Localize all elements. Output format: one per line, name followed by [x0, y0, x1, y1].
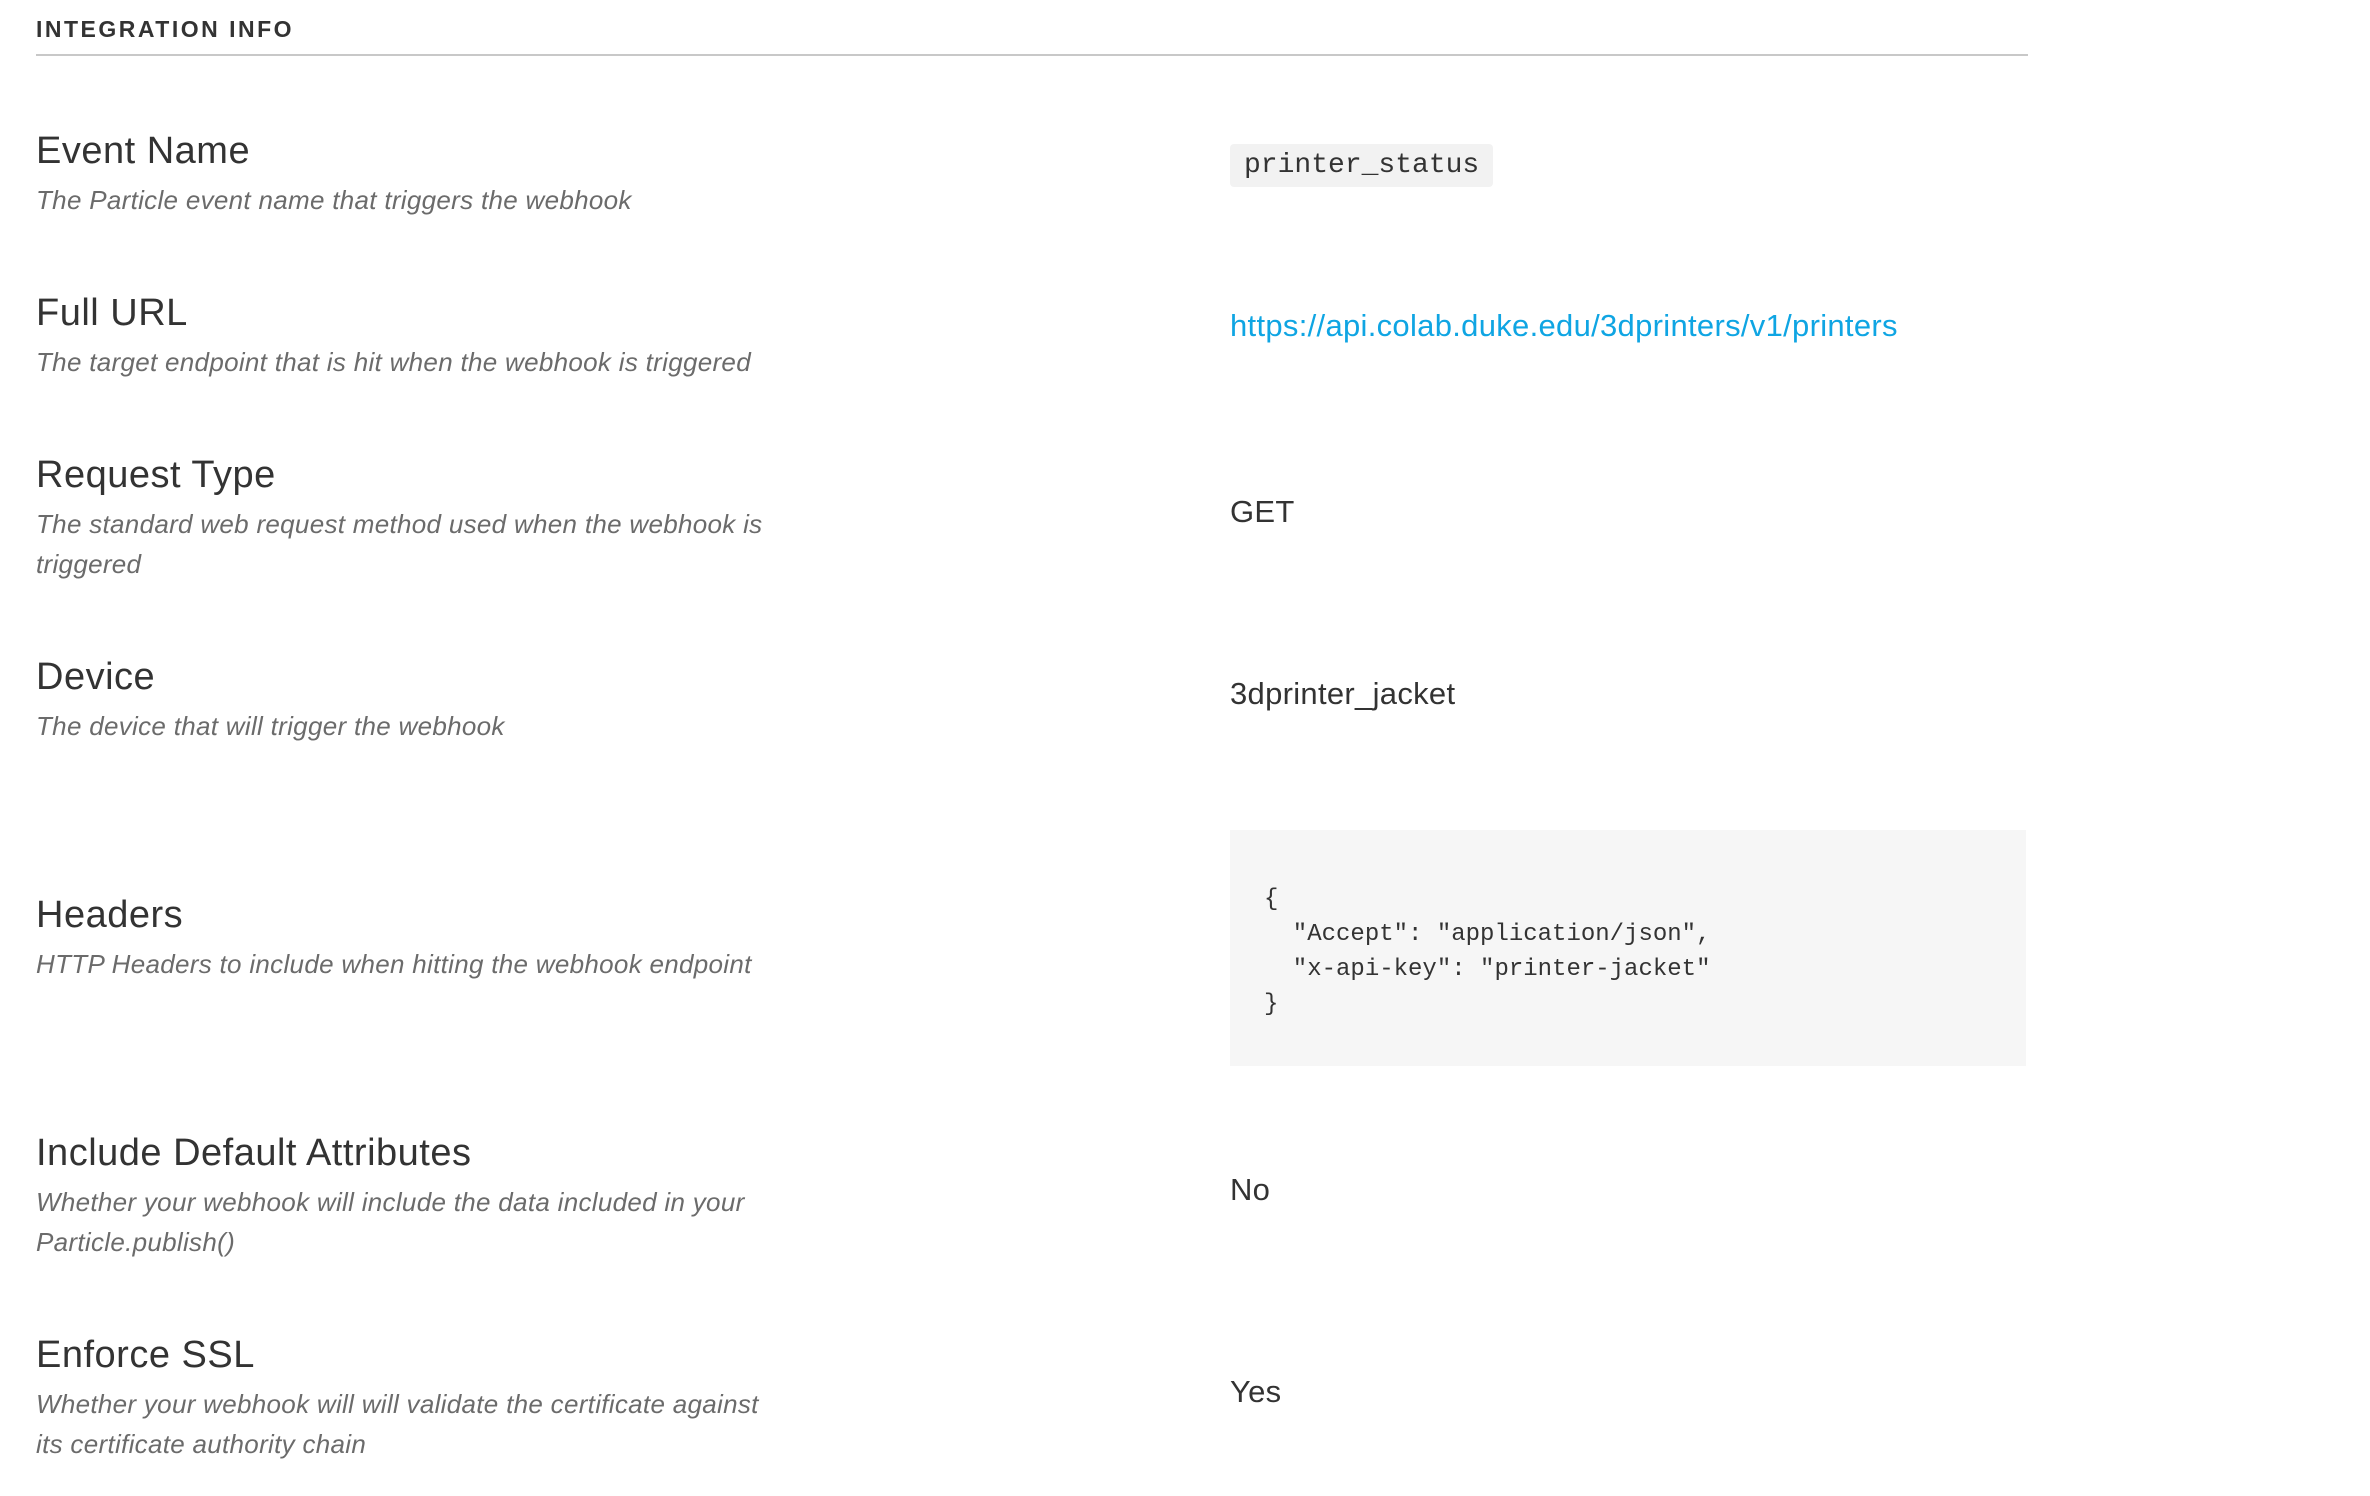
field-description-request-type: The standard web request method used whe… — [36, 504, 856, 584]
field-description-full-url: The target endpoint that is hit when the… — [36, 347, 751, 377]
field-value-group: 3dprinter_jacket — [1230, 676, 1455, 712]
description-line: Whether your webhook will include the da… — [36, 1187, 745, 1217]
field-label-group: Include Default Attributes Whether your … — [36, 1130, 856, 1262]
field-label-event-name: Event Name — [36, 130, 251, 172]
field-value-group: printer_status — [1230, 144, 1494, 187]
code-line: } — [1264, 991, 1279, 1018]
field-label-include-default-attributes: Include Default Attributes — [36, 1132, 472, 1174]
field-value-group: No — [1230, 1172, 1270, 1208]
field-label-headers: Headers — [36, 894, 184, 936]
description-line: The standard web request method used whe… — [36, 509, 763, 539]
event-name-value: printer_status — [1230, 144, 1494, 187]
headers-code-block: { "Accept": "application/json", "x-api-k… — [1230, 830, 2026, 1066]
field-label-group: Full URL The target endpoint that is hit… — [36, 290, 856, 382]
field-description-include-default-attributes: Whether your webhook will include the da… — [36, 1182, 856, 1262]
field-description-enforce-ssl: Whether your webhook will will validate … — [36, 1384, 856, 1464]
field-label-group: Headers HTTP Headers to include when hit… — [36, 892, 856, 984]
device-value: 3dprinter_jacket — [1230, 676, 1456, 711]
field-description-headers: HTTP Headers to include when hitting the… — [36, 949, 752, 979]
description-line: Particle.publish() — [36, 1227, 236, 1257]
code-line: { — [1264, 886, 1279, 913]
field-label-group: Device The device that will trigger the … — [36, 654, 856, 746]
include-default-attributes-value: No — [1230, 1172, 1271, 1207]
request-type-value: GET — [1230, 494, 1295, 529]
field-value-group: Yes — [1230, 1374, 1281, 1410]
section-title: INTEGRATION INFO — [36, 16, 295, 42]
full-url-link[interactable]: https://api.colab.duke.edu/3dprinters/v1… — [1230, 308, 1898, 343]
code-line: "Accept": "application/json", — [1264, 921, 1711, 948]
description-line: triggered — [36, 549, 142, 579]
field-label-device: Device — [36, 656, 156, 698]
field-label-group: Event Name The Particle event name that … — [36, 128, 856, 220]
field-label-group: Enforce SSL Whether your webhook will wi… — [36, 1332, 856, 1464]
description-line: Whether your webhook will will validate … — [36, 1389, 759, 1419]
code-line: "x-api-key": "printer-jacket" — [1264, 956, 1711, 983]
enforce-ssl-value: Yes — [1230, 1374, 1282, 1409]
field-label-group: Request Type The standard web request me… — [36, 452, 856, 584]
field-label-request-type: Request Type — [36, 454, 276, 496]
field-value-group: https://api.colab.duke.edu/3dprinters/v1… — [1230, 308, 1898, 344]
section-header: INTEGRATION INFO — [36, 0, 2028, 56]
integration-info-section: INTEGRATION INFO Event Name The Particle… — [36, 0, 2028, 1459]
field-value-group: GET — [1230, 494, 1295, 530]
field-description-device: The device that will trigger the webhook — [36, 711, 505, 741]
field-label-full-url: Full URL — [36, 292, 188, 334]
field-description-event-name: The Particle event name that triggers th… — [36, 185, 632, 215]
description-line: its certificate authority chain — [36, 1429, 367, 1459]
field-label-enforce-ssl: Enforce SSL — [36, 1334, 255, 1376]
